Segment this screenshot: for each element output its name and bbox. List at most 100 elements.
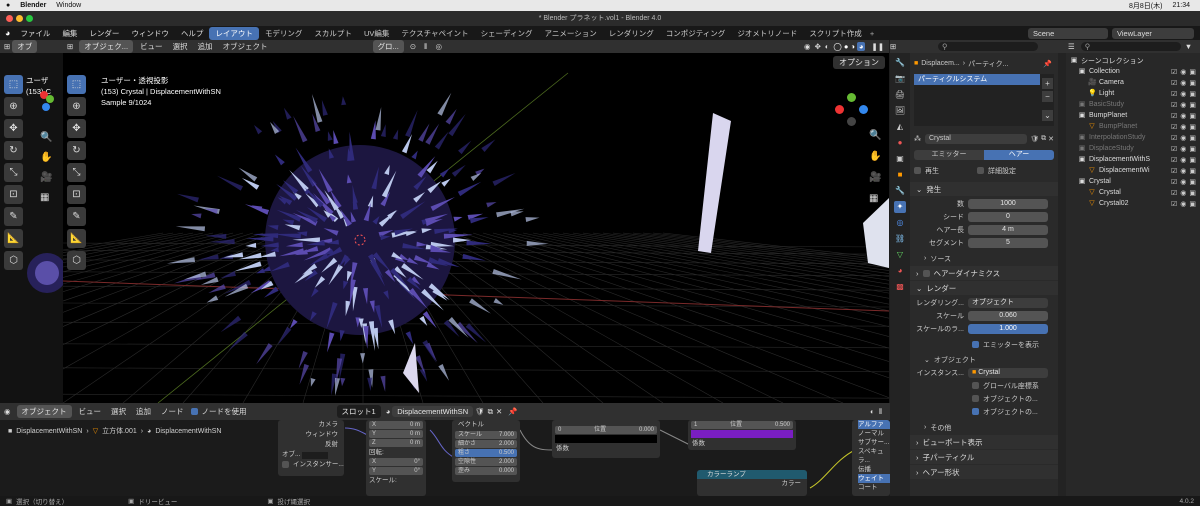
visibility-eye-icon[interactable]: ◉ bbox=[1180, 178, 1186, 186]
exclude-checkbox[interactable]: ☑ bbox=[1171, 178, 1177, 186]
navigation-gizmo[interactable] bbox=[833, 93, 873, 133]
node-menu-select[interactable]: 選択 bbox=[106, 406, 131, 417]
left-scale-tool[interactable]: ⤡ bbox=[4, 163, 23, 182]
other-subsection[interactable]: › その他 bbox=[910, 421, 1058, 434]
zoom-window-button[interactable] bbox=[26, 15, 33, 22]
node-snap-icon[interactable]: ⦀ bbox=[879, 407, 882, 417]
visibility-eye-icon[interactable]: ◉ bbox=[1180, 167, 1186, 175]
scale-random-field[interactable]: 1.000 bbox=[968, 323, 1048, 334]
visibility-eye-icon[interactable]: ◉ bbox=[1180, 79, 1186, 87]
render-camera-icon[interactable]: ▣ bbox=[1189, 167, 1196, 175]
tab-sculpt[interactable]: スカルプト bbox=[308, 27, 358, 40]
noise-roughness-value[interactable]: 0.500 bbox=[499, 449, 514, 457]
duplicate-material-icon[interactable]: ⧉ bbox=[488, 407, 493, 417]
exclude-checkbox[interactable]: ☑ bbox=[1171, 156, 1177, 164]
select-box-tool[interactable]: ⬚ bbox=[67, 75, 86, 94]
shading-rendered-icon[interactable]: ◕ bbox=[856, 42, 866, 51]
gizmo-icon[interactable]: ✥ bbox=[815, 42, 821, 51]
outliner-row[interactable]: ▣ InterpolationStudy ☑ ◉ ▣ bbox=[1066, 132, 1200, 143]
noise-detail-value[interactable]: 2.000 bbox=[499, 440, 514, 448]
shading-wireframe-icon[interactable]: ◯ bbox=[833, 42, 841, 51]
tab-geometry-nodes[interactable]: ジオメトリノード bbox=[731, 27, 803, 40]
seed-field[interactable]: 0 bbox=[968, 211, 1048, 222]
render-camera-icon[interactable]: ▣ bbox=[1189, 156, 1196, 164]
tab-hair[interactable]: ヘアー bbox=[984, 149, 1054, 160]
viewport-options-button[interactable]: オプション bbox=[833, 56, 885, 69]
pin-icon[interactable]: 📌 bbox=[1043, 60, 1052, 68]
view-layer-tab-icon[interactable]: 🖼 bbox=[894, 105, 906, 117]
object-tab-icon[interactable]: ■ bbox=[894, 169, 906, 181]
viewport-menu-object[interactable]: オブジェクト bbox=[218, 41, 273, 52]
scene-tab-icon[interactable]: ◭ bbox=[894, 121, 906, 133]
ramp2-color-swatch[interactable] bbox=[691, 430, 793, 438]
tab-shading[interactable]: シェーディング bbox=[475, 27, 539, 40]
duplicate-icon[interactable]: ⧉ bbox=[1041, 135, 1046, 143]
ortho-toggle-icon[interactable]: ▦ bbox=[869, 188, 881, 209]
mac-app-menu[interactable]: Blender bbox=[20, 2, 46, 9]
menu-help[interactable]: ヘルプ bbox=[175, 28, 210, 39]
instance-object-field[interactable]: ■ Crystal bbox=[968, 367, 1048, 378]
left-select-tool[interactable]: ⬚ bbox=[4, 75, 23, 94]
render-camera-icon[interactable]: ▣ bbox=[1189, 134, 1196, 142]
hair-shape-section-header[interactable]: › ヘアー形状 bbox=[910, 465, 1058, 479]
visibility-eye-icon[interactable]: ◉ bbox=[1180, 68, 1186, 76]
data-tab-icon[interactable]: ▽ bbox=[894, 249, 906, 261]
source-subsection[interactable]: › ソース bbox=[910, 252, 1058, 265]
object-rotation-checkbox[interactable] bbox=[972, 395, 979, 402]
exclude-checkbox[interactable]: ☑ bbox=[1171, 167, 1177, 175]
left-pan-icon[interactable]: ✋ bbox=[40, 148, 52, 168]
scene-collection-row[interactable]: ▣ シーンコレクション bbox=[1066, 55, 1200, 66]
ramp1-index[interactable]: 0 bbox=[558, 426, 561, 434]
3d-viewport[interactable]: ⬚ ⊕ ✥ ↻ ⤡ ⊡ ✎ 📐 ⬡ ユーザー・透視投影 (153) Crysta… bbox=[63, 53, 889, 403]
move-tool[interactable]: ✥ bbox=[67, 119, 86, 138]
visibility-eye-icon[interactable]: ◉ bbox=[1180, 156, 1186, 164]
advanced-checkbox[interactable] bbox=[977, 167, 984, 174]
visibility-eye-icon[interactable]: ◉ bbox=[1180, 90, 1186, 98]
node-menu-add[interactable]: 追加 bbox=[131, 406, 156, 417]
particle-system-item[interactable]: パーティクルシステム bbox=[914, 74, 1040, 85]
exclude-checkbox[interactable]: ☑ bbox=[1171, 101, 1177, 109]
children-section-header[interactable]: › 子パーティクル bbox=[910, 450, 1058, 464]
ramp1-color-swatch[interactable] bbox=[555, 435, 657, 443]
proportional-edit-icon[interactable]: ◎ bbox=[435, 42, 442, 51]
segments-field[interactable]: 5 bbox=[968, 237, 1048, 248]
unlink-material-icon[interactable]: ✕ bbox=[496, 407, 502, 416]
scene-selector[interactable]: Scene bbox=[1028, 27, 1108, 39]
fake-user-icon[interactable]: 🛡 bbox=[1030, 135, 1039, 143]
rotate-tool[interactable]: ↻ bbox=[67, 141, 86, 160]
exclude-checkbox[interactable]: ☑ bbox=[1171, 68, 1177, 76]
tool-tab-icon[interactable]: 🔧 bbox=[894, 57, 906, 69]
exclude-checkbox[interactable]: ☑ bbox=[1171, 79, 1177, 87]
render-camera-icon[interactable]: ▣ bbox=[1189, 189, 1196, 197]
visibility-eye-icon[interactable]: ◉ bbox=[1180, 189, 1186, 197]
use-nodes-checkbox[interactable] bbox=[190, 408, 198, 415]
show-emitter-checkbox[interactable] bbox=[972, 341, 979, 348]
number-field[interactable]: 1000 bbox=[968, 198, 1048, 209]
left-grid-icon[interactable]: ▦ bbox=[40, 188, 52, 208]
snap-icon[interactable]: ⦀ bbox=[424, 42, 427, 52]
node-overlay-icon[interactable]: ◐ bbox=[870, 407, 875, 416]
render-camera-icon[interactable]: ▣ bbox=[1189, 123, 1196, 131]
visibility-eye-icon[interactable]: ◉ bbox=[1180, 145, 1186, 153]
noise-scale-value[interactable]: 7.000 bbox=[499, 431, 514, 439]
visibility-eye-icon[interactable]: ◉ bbox=[1180, 101, 1186, 109]
left-transform-tool[interactable]: ⊡ bbox=[4, 185, 23, 204]
render-camera-icon[interactable]: ▣ bbox=[1189, 68, 1196, 76]
left-camera-icon[interactable]: 🎥 bbox=[40, 168, 52, 188]
outliner-row[interactable]: ▣ DisplacementWithS ☑ ◉ ▣ bbox=[1066, 154, 1200, 165]
exclude-checkbox[interactable]: ☑ bbox=[1171, 145, 1177, 153]
tab-rendering[interactable]: レンダリング bbox=[603, 27, 660, 40]
particle-settings-icon[interactable]: ⁂ bbox=[914, 135, 921, 143]
left-measure-tool[interactable]: 📐 bbox=[4, 229, 23, 248]
ramp2-index[interactable]: 1 bbox=[694, 421, 697, 429]
menu-edit[interactable]: 編集 bbox=[56, 28, 83, 39]
outliner-row[interactable]: ▣ Collection ☑ ◉ ▣ bbox=[1066, 66, 1200, 77]
overlay-icon[interactable]: ◐ bbox=[825, 42, 830, 51]
render-camera-icon[interactable]: ▣ bbox=[1189, 145, 1196, 153]
left-rotate-tool[interactable]: ↻ bbox=[4, 141, 23, 160]
cursor-tool[interactable]: ⊕ bbox=[67, 97, 86, 116]
visibility-icon[interactable]: ◉ bbox=[804, 42, 811, 51]
render-camera-icon[interactable]: ▣ bbox=[1189, 101, 1196, 109]
viewport-mode-dropdown[interactable]: オブジェク... bbox=[79, 40, 134, 53]
add-particle-system-button[interactable]: + bbox=[1042, 78, 1053, 89]
